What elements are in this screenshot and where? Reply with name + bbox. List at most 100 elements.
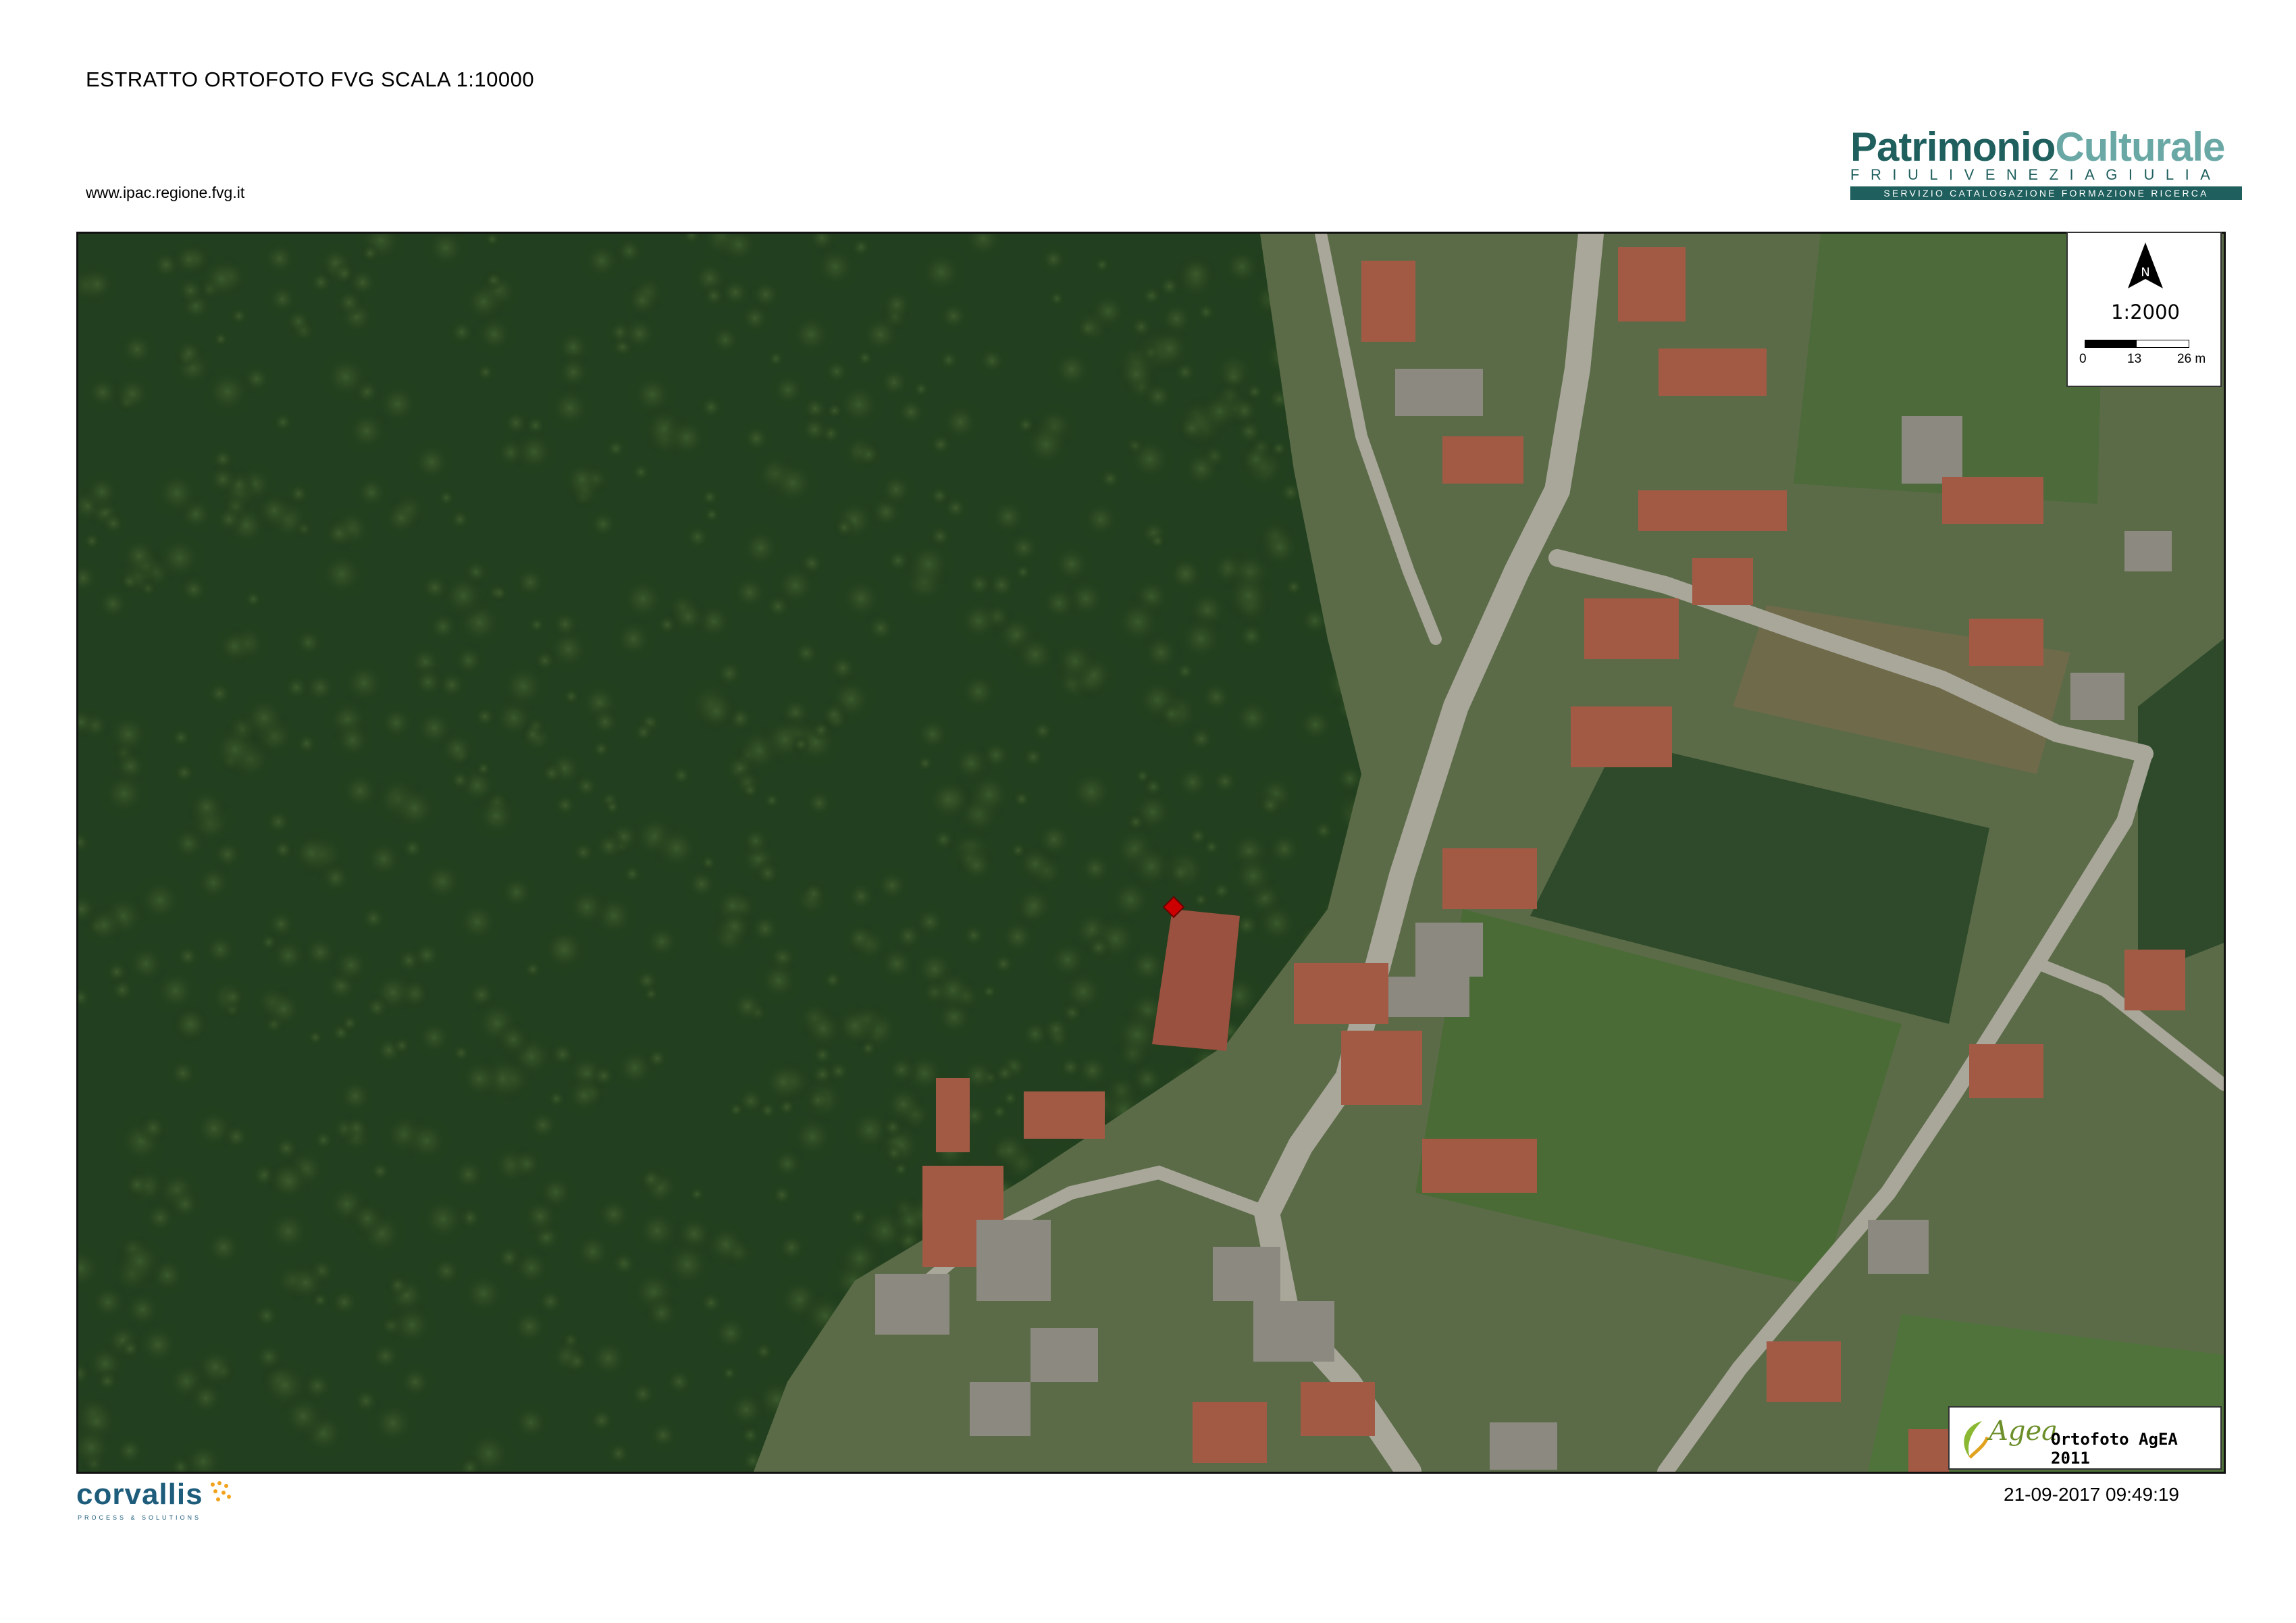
tree-crown — [95, 1368, 120, 1394]
tree-crown — [519, 1195, 561, 1237]
tree-crown — [739, 421, 773, 455]
tree-crown — [621, 862, 644, 885]
tree-crown — [930, 967, 976, 1013]
tree-crown — [350, 1385, 382, 1416]
tree-crown — [708, 322, 743, 357]
tree-crown — [757, 1100, 779, 1121]
building-roof — [1294, 963, 1388, 1024]
tree-crown — [177, 573, 211, 607]
tree-crown — [472, 792, 521, 840]
corvallis-logo: corvallis PROCESS & SOLUTIONS — [76, 1478, 232, 1525]
tree-crown — [294, 731, 319, 756]
map-scale-label: 1:2000 — [2110, 301, 2181, 324]
tree-crown — [122, 1170, 152, 1200]
tree-crown — [915, 753, 935, 773]
tree-crown — [1176, 253, 1216, 294]
tree-crown — [571, 1230, 615, 1273]
tree-crown — [1139, 284, 1164, 308]
tree-crown — [337, 768, 383, 814]
tree-crown — [82, 471, 122, 512]
tree-crown — [81, 530, 103, 552]
tree-crown — [174, 942, 202, 971]
tree-crown — [717, 909, 752, 944]
tree-crown — [271, 410, 295, 434]
tree-crown — [1111, 595, 1165, 649]
tree-crown — [695, 690, 738, 733]
north-label: N — [2141, 265, 2149, 280]
tree-crown — [284, 307, 313, 336]
tree-crown — [1145, 324, 1194, 373]
tree-crown — [396, 1362, 435, 1401]
tree-crown — [363, 994, 391, 1022]
tree-crown — [391, 1035, 413, 1056]
tree-crown — [252, 1301, 282, 1331]
tree-crown — [169, 240, 209, 279]
tree-crown — [260, 239, 299, 278]
tree-crown — [311, 1128, 336, 1152]
building-roof — [1253, 1301, 1334, 1362]
logo-word-2: Culturale — [2055, 124, 2225, 170]
building-roof — [1415, 923, 1483, 977]
tree-crown — [1010, 882, 1058, 929]
building-roof — [1902, 416, 1962, 484]
tree-crown — [1045, 937, 1091, 983]
tree-crown — [651, 823, 702, 874]
tree-crown — [754, 859, 782, 887]
tree-crown — [644, 1046, 670, 1071]
tree-crown — [511, 428, 558, 475]
tree-crown — [214, 626, 255, 667]
tree-crown — [1076, 317, 1099, 340]
tree-crown — [302, 669, 338, 706]
tree-crown — [769, 1182, 795, 1208]
building-roof — [936, 1078, 970, 1152]
tree-crown — [1048, 346, 1095, 393]
tree-crown — [586, 1405, 617, 1436]
tree-crown — [960, 922, 987, 949]
tree-crown — [822, 357, 852, 386]
tree-crown — [494, 1020, 533, 1059]
tree-crown — [319, 351, 372, 403]
tree-crown — [359, 904, 388, 933]
tree-crown — [877, 470, 916, 509]
tree-crown — [399, 835, 426, 862]
tree-crown — [1030, 718, 1055, 744]
building-roof — [1442, 436, 1523, 484]
tree-crown — [429, 1254, 464, 1289]
tree-crown — [1020, 744, 1046, 770]
tree-crown — [1186, 825, 1209, 848]
tree-crown — [448, 507, 472, 532]
tree-crown — [265, 1158, 313, 1205]
scale-bar-segment — [2085, 340, 2137, 347]
tree-crown — [1238, 441, 1274, 478]
tree-crown — [1159, 701, 1184, 727]
tree-crown — [242, 588, 264, 610]
tree-crown — [725, 1388, 768, 1431]
tree-crown — [876, 943, 918, 985]
tree-crown — [709, 1312, 752, 1355]
tree-crown — [752, 1340, 775, 1363]
tree-crown — [989, 1102, 1010, 1122]
tree-crown — [202, 1226, 245, 1269]
tree-crown — [1051, 638, 1099, 685]
tree-crown — [592, 829, 626, 863]
tree-crown — [806, 1088, 830, 1112]
tree-crown — [629, 461, 652, 484]
tree-crown — [1222, 569, 1275, 622]
scale-tick-2: 26 m — [2177, 352, 2206, 366]
tree-crown — [604, 1439, 633, 1468]
patrimonio-culturale-logo: PatrimonioCulturale FRIULIVENEZIAGIULIA … — [1850, 126, 2242, 201]
tree-crown — [300, 1368, 335, 1403]
tree-crown — [253, 490, 295, 532]
building-roof — [1692, 558, 1753, 605]
tree-crown — [417, 1193, 469, 1245]
tree-crown — [472, 312, 517, 357]
tree-crown — [1011, 788, 1033, 810]
website-url[interactable]: www.ipac.regione.fvg.it — [86, 184, 244, 202]
tree-crown — [535, 1286, 566, 1317]
tree-crown — [521, 722, 545, 746]
tree-crown — [590, 738, 612, 760]
tree-crown — [310, 1290, 330, 1310]
orthophoto-map[interactable] — [76, 232, 2226, 1474]
tree-crown — [185, 785, 228, 829]
tree-crown — [448, 768, 472, 792]
